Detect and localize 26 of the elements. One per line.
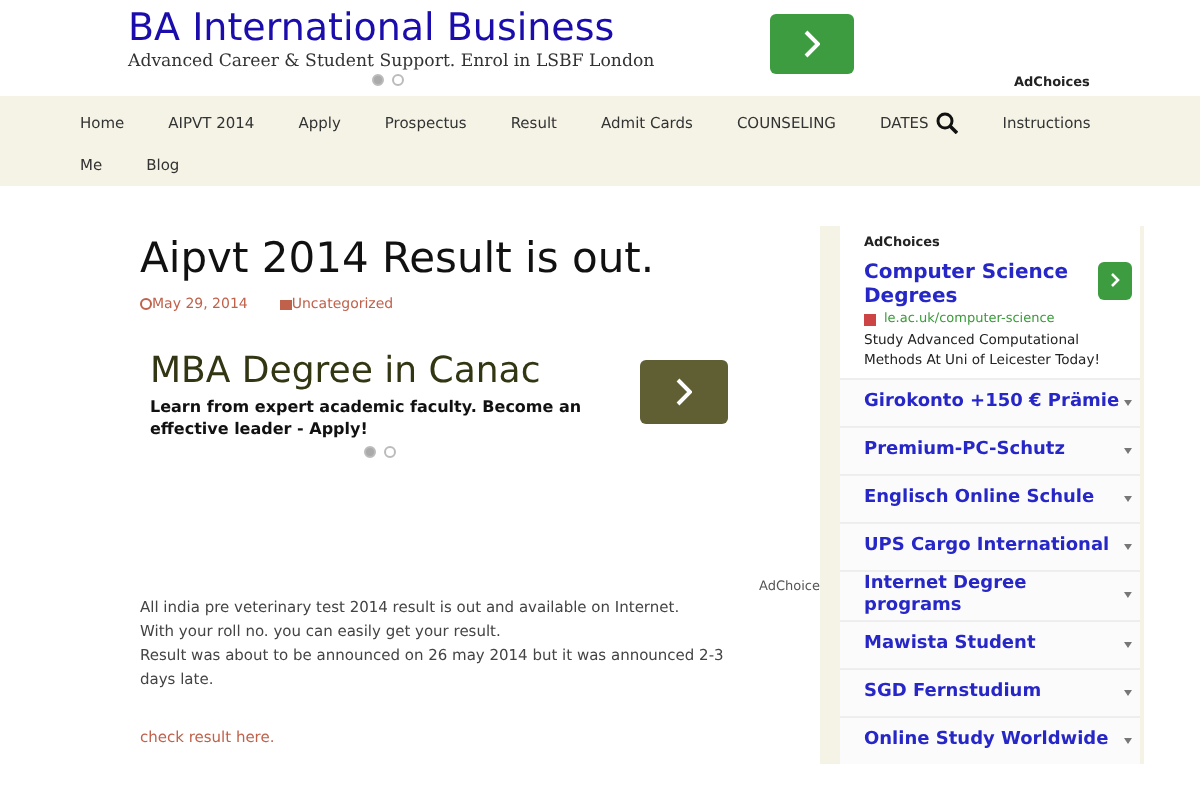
ad-arrow-button[interactable] — [770, 14, 854, 74]
caret-icon[interactable] — [1124, 592, 1132, 598]
carousel-dot[interactable] — [364, 445, 376, 457]
chevron-icon — [1109, 272, 1120, 289]
ad-arrow-button[interactable] — [1097, 261, 1132, 300]
caret-icon[interactable] — [1124, 689, 1132, 695]
post-title: Aipvt 2014 Result is out. — [140, 232, 657, 286]
caret-icon[interactable] — [1124, 641, 1132, 647]
caret-icon[interactable] — [1124, 737, 1132, 743]
ad-description: Advanced Career & Student Support. Enrol in LSBF London — [128, 50, 657, 74]
caret-icon[interactable] — [1124, 495, 1132, 501]
ad-headline[interactable]: MBA Degree in Canac — [150, 347, 586, 395]
chevron-icon — [676, 377, 692, 405]
ad-description: Learn from expert academic faculty. Become an effective leader - Apply! — [150, 395, 584, 439]
search-icon[interactable] — [936, 112, 959, 134]
ad-arrow-button[interactable] — [640, 359, 728, 423]
carousel-dot[interactable] — [384, 445, 396, 457]
ad-headline[interactable]: BA International Business — [128, 6, 728, 50]
carousel-dot[interactable] — [372, 74, 384, 86]
caret-icon[interactable] — [1124, 399, 1132, 405]
chevron-icon — [804, 30, 820, 58]
caret-icon[interactable] — [1124, 447, 1132, 453]
caret-icon[interactable] — [1124, 543, 1132, 549]
clock-icon — [140, 298, 152, 311]
ad-headline[interactable]: Computer Science Degrees — [864, 261, 1098, 310]
carousel-dot[interactable] — [392, 74, 404, 86]
